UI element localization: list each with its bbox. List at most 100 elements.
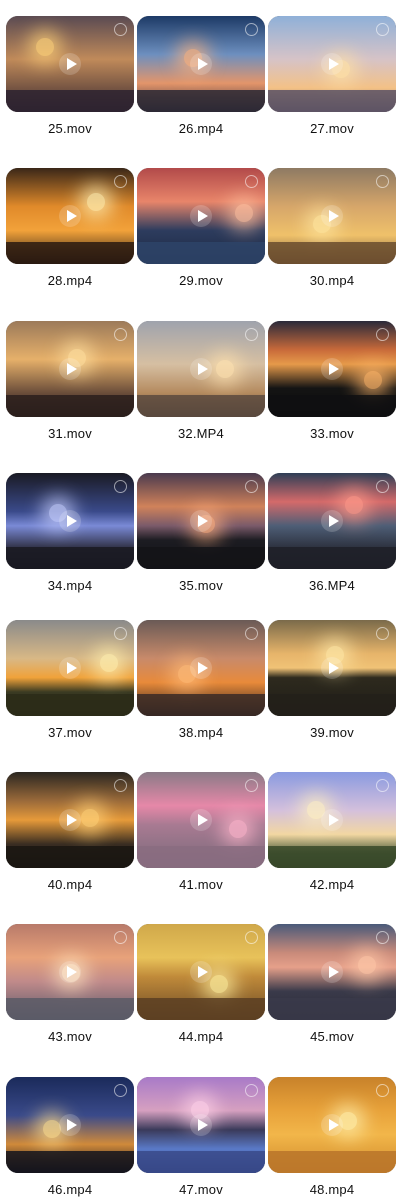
play-icon[interactable]	[59, 510, 81, 532]
select-circle-icon[interactable]	[376, 779, 389, 792]
play-icon[interactable]	[321, 961, 343, 983]
select-circle-icon[interactable]	[245, 328, 258, 341]
video-tile[interactable]: 33.mov	[268, 321, 396, 441]
select-circle-icon[interactable]	[114, 328, 127, 341]
video-thumbnail[interactable]	[137, 168, 265, 264]
video-tile[interactable]: 46.mp4	[6, 1077, 134, 1197]
video-thumbnail[interactable]	[6, 321, 134, 417]
video-thumbnail[interactable]	[6, 620, 134, 716]
video-tile[interactable]: 41.mov	[137, 772, 265, 892]
select-circle-icon[interactable]	[245, 23, 258, 36]
video-tile[interactable]: 40.mp4	[6, 772, 134, 892]
video-thumbnail[interactable]	[137, 1077, 265, 1173]
video-thumbnail[interactable]	[268, 1077, 396, 1173]
select-circle-icon[interactable]	[376, 931, 389, 944]
play-icon[interactable]	[190, 205, 212, 227]
video-thumbnail[interactable]	[268, 473, 396, 569]
video-thumbnail[interactable]	[6, 772, 134, 868]
video-thumbnail[interactable]	[6, 1077, 134, 1173]
video-tile[interactable]: 42.mp4	[268, 772, 396, 892]
video-tile[interactable]: 48.mp4	[268, 1077, 396, 1197]
select-circle-icon[interactable]	[245, 931, 258, 944]
video-tile[interactable]: 44.mp4	[137, 924, 265, 1044]
video-thumbnail[interactable]	[6, 168, 134, 264]
video-thumbnail[interactable]	[268, 321, 396, 417]
play-icon[interactable]	[190, 358, 212, 380]
select-circle-icon[interactable]	[376, 175, 389, 188]
video-thumbnail[interactable]	[137, 16, 265, 112]
thumbnail-ground	[6, 547, 134, 569]
thumbnail-ground	[268, 547, 396, 569]
video-tile[interactable]: 26.mp4	[137, 16, 265, 136]
select-circle-icon[interactable]	[114, 1084, 127, 1097]
video-thumbnail[interactable]	[268, 168, 396, 264]
select-circle-icon[interactable]	[114, 23, 127, 36]
play-icon[interactable]	[59, 657, 81, 679]
video-thumbnail[interactable]	[268, 16, 396, 112]
video-tile[interactable]: 38.mp4	[137, 620, 265, 740]
play-icon[interactable]	[321, 205, 343, 227]
select-circle-icon[interactable]	[114, 779, 127, 792]
play-icon[interactable]	[190, 961, 212, 983]
video-tile[interactable]: 31.mov	[6, 321, 134, 441]
video-thumbnail[interactable]	[137, 924, 265, 1020]
video-thumbnail[interactable]	[137, 321, 265, 417]
play-icon[interactable]	[190, 53, 212, 75]
video-thumbnail[interactable]	[268, 620, 396, 716]
video-thumbnail[interactable]	[137, 620, 265, 716]
play-icon[interactable]	[59, 809, 81, 831]
video-tile[interactable]: 25.mov	[6, 16, 134, 136]
select-circle-icon[interactable]	[245, 779, 258, 792]
play-icon[interactable]	[190, 809, 212, 831]
video-filename: 41.mov	[179, 877, 223, 892]
select-circle-icon[interactable]	[245, 1084, 258, 1097]
video-tile[interactable]: 36.MP4	[268, 473, 396, 593]
select-circle-icon[interactable]	[114, 480, 127, 493]
thumbnail-ground	[268, 1151, 396, 1173]
video-tile[interactable]: 34.mp4	[6, 473, 134, 593]
video-thumbnail[interactable]	[268, 924, 396, 1020]
select-circle-icon[interactable]	[245, 175, 258, 188]
video-thumbnail[interactable]	[6, 473, 134, 569]
video-tile[interactable]: 27.mov	[268, 16, 396, 136]
video-thumbnail[interactable]	[137, 473, 265, 569]
select-circle-icon[interactable]	[245, 627, 258, 640]
play-icon[interactable]	[59, 961, 81, 983]
video-tile[interactable]: 45.mov	[268, 924, 396, 1044]
video-tile[interactable]: 43.mov	[6, 924, 134, 1044]
play-icon[interactable]	[321, 358, 343, 380]
video-tile[interactable]: 30.mp4	[268, 168, 396, 288]
select-circle-icon[interactable]	[376, 23, 389, 36]
play-icon[interactable]	[321, 1114, 343, 1136]
play-icon[interactable]	[190, 657, 212, 679]
video-tile[interactable]: 28.mp4	[6, 168, 134, 288]
play-icon[interactable]	[59, 1114, 81, 1136]
video-tile[interactable]: 29.mov	[137, 168, 265, 288]
video-tile[interactable]: 39.mov	[268, 620, 396, 740]
select-circle-icon[interactable]	[376, 627, 389, 640]
video-thumbnail[interactable]	[6, 924, 134, 1020]
play-icon[interactable]	[321, 53, 343, 75]
play-icon[interactable]	[59, 358, 81, 380]
video-thumbnail[interactable]	[6, 16, 134, 112]
select-circle-icon[interactable]	[376, 1084, 389, 1097]
video-tile[interactable]: 37.mov	[6, 620, 134, 740]
play-icon[interactable]	[190, 510, 212, 532]
video-tile[interactable]: 35.mov	[137, 473, 265, 593]
video-thumbnail[interactable]	[268, 772, 396, 868]
play-icon[interactable]	[321, 809, 343, 831]
select-circle-icon[interactable]	[376, 480, 389, 493]
select-circle-icon[interactable]	[114, 627, 127, 640]
select-circle-icon[interactable]	[245, 480, 258, 493]
play-icon[interactable]	[190, 1114, 212, 1136]
play-icon[interactable]	[321, 510, 343, 532]
select-circle-icon[interactable]	[114, 931, 127, 944]
video-thumbnail[interactable]	[137, 772, 265, 868]
play-icon[interactable]	[321, 657, 343, 679]
select-circle-icon[interactable]	[376, 328, 389, 341]
video-tile[interactable]: 47.mov	[137, 1077, 265, 1197]
play-icon[interactable]	[59, 205, 81, 227]
video-tile[interactable]: 32.MP4	[137, 321, 265, 441]
play-icon[interactable]	[59, 53, 81, 75]
select-circle-icon[interactable]	[114, 175, 127, 188]
